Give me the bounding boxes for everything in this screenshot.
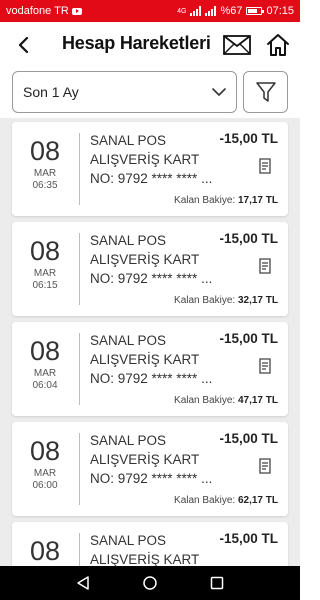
period-select[interactable]: Son 1 Ay — [12, 71, 237, 113]
transaction-time: 06:04 — [32, 380, 58, 391]
transaction-card[interactable]: 08 MAR 06:35 SANAL POS ALIŞVERİŞ KART NO… — [12, 122, 288, 216]
transaction-list: 08 MAR 06:35 SANAL POS ALIŞVERİŞ KART NO… — [0, 118, 300, 566]
transaction-day: 08 — [29, 136, 61, 166]
transaction-day: 08 — [29, 336, 61, 366]
transaction-time: 06:35 — [32, 180, 58, 191]
balance-value: 32,17 TL — [237, 295, 278, 306]
transaction-amount: -15,00 TL — [219, 231, 278, 246]
transaction-date: 08 MAR 06:04 — [12, 336, 78, 392]
receipt-icon — [259, 358, 271, 374]
nav-back-icon[interactable] — [75, 575, 91, 591]
transaction-month: MAR — [33, 468, 57, 479]
nav-home-icon[interactable] — [142, 575, 158, 591]
back-button[interactable] — [12, 32, 36, 58]
status-bar: vodafone TR 4G %67 07:15 — [0, 0, 300, 22]
envelope-icon — [223, 35, 251, 55]
transaction-card[interactable]: 08 MAR 06:04 SANAL POS ALIŞVERİŞ KART NO… — [12, 322, 288, 416]
balance-value: 62,17 TL — [237, 495, 278, 506]
signal-icon-2 — [205, 6, 217, 16]
balance: Kalan Bakiye: 47,17 TL — [174, 395, 278, 406]
filter-button[interactable] — [243, 71, 288, 113]
transaction-date: 08 MAR 06:35 — [12, 136, 78, 192]
receipt-icon — [259, 458, 271, 474]
transaction-day: 08 — [29, 536, 61, 566]
period-select-value: Son 1 Ay — [23, 84, 79, 100]
chevron-left-icon — [18, 36, 29, 54]
balance-label: Kalan Bakiye: — [174, 495, 236, 506]
transaction-time: 06:15 — [32, 280, 58, 291]
divider — [79, 433, 80, 505]
balance-label: Kalan Bakiye: — [174, 195, 236, 206]
nav-recent-icon[interactable] — [209, 575, 225, 591]
transaction-month: MAR — [33, 368, 57, 379]
messages-button[interactable] — [222, 32, 252, 58]
divider — [79, 533, 80, 566]
system-nav-bar — [0, 566, 300, 600]
divider — [79, 133, 80, 205]
transaction-day: 08 — [29, 436, 61, 466]
transaction-amount: -15,00 TL — [219, 331, 278, 346]
receipt-button[interactable] — [256, 157, 274, 175]
chevron-down-icon — [212, 88, 226, 96]
divider — [79, 333, 80, 405]
battery-percent: %67 — [220, 5, 243, 17]
signal-icon — [190, 6, 202, 16]
filter-row: Son 1 Ay — [12, 71, 288, 113]
balance: Kalan Bakiye: 17,17 TL — [174, 195, 278, 206]
receipt-button[interactable] — [256, 357, 274, 375]
network-label: 4G — [177, 7, 187, 15]
balance-label: Kalan Bakiye: — [174, 395, 236, 406]
transaction-card[interactable]: 08 SANAL POS ALIŞVERİŞ KART -15,00 TL — [12, 522, 288, 566]
home-button[interactable] — [264, 30, 292, 60]
transaction-description: SANAL POS ALIŞVERİŞ KART NO: 9792 **** *… — [90, 133, 213, 186]
transaction-amount: -15,00 TL — [219, 531, 278, 546]
transaction-date: 08 — [12, 536, 78, 566]
transaction-month: MAR — [33, 168, 57, 179]
transaction-card[interactable]: 08 MAR 06:00 SANAL POS ALIŞVERİŞ KART NO… — [12, 422, 288, 516]
carrier: vodafone TR — [6, 5, 177, 17]
transaction-date: 08 MAR 06:15 — [12, 236, 78, 292]
transaction-description: SANAL POS ALIŞVERİŞ KART NO: 9792 **** *… — [90, 233, 213, 286]
status-icons: 4G %67 07:15 — [177, 5, 294, 17]
funnel-icon — [255, 82, 276, 102]
transaction-time: 06:00 — [32, 480, 58, 491]
carrier-label: vodafone TR — [6, 5, 69, 17]
transaction-amount: -15,00 TL — [219, 131, 278, 146]
youtube-icon — [71, 7, 82, 15]
transaction-date: 08 MAR 06:00 — [12, 436, 78, 492]
clock: 07:15 — [266, 5, 294, 17]
balance-label: Kalan Bakiye: — [174, 295, 236, 306]
receipt-button[interactable] — [256, 457, 274, 475]
battery-icon — [246, 7, 265, 15]
transaction-card[interactable]: 08 MAR 06:15 SANAL POS ALIŞVERİŞ KART NO… — [12, 222, 288, 316]
transaction-amount: -15,00 TL — [219, 431, 278, 446]
balance: Kalan Bakiye: 62,17 TL — [174, 495, 278, 506]
divider — [79, 233, 80, 305]
transaction-month: MAR — [33, 268, 57, 279]
page-title: Hesap Hareketleri — [62, 33, 211, 53]
balance-value: 47,17 TL — [237, 395, 278, 406]
transaction-day: 08 — [29, 236, 61, 266]
receipt-icon — [259, 258, 271, 274]
balance: Kalan Bakiye: 32,17 TL — [174, 295, 278, 306]
transaction-description: SANAL POS ALIŞVERİŞ KART NO: 9792 **** *… — [90, 333, 213, 386]
transaction-description: SANAL POS ALIŞVERİŞ KART NO: 9792 **** *… — [90, 433, 213, 486]
receipt-button[interactable] — [256, 257, 274, 275]
balance-value: 17,17 TL — [237, 195, 278, 206]
transaction-description: SANAL POS ALIŞVERİŞ KART — [90, 533, 200, 566]
app-header: Hesap Hareketleri — [0, 22, 300, 68]
home-icon — [267, 34, 289, 56]
receipt-icon — [259, 158, 271, 174]
